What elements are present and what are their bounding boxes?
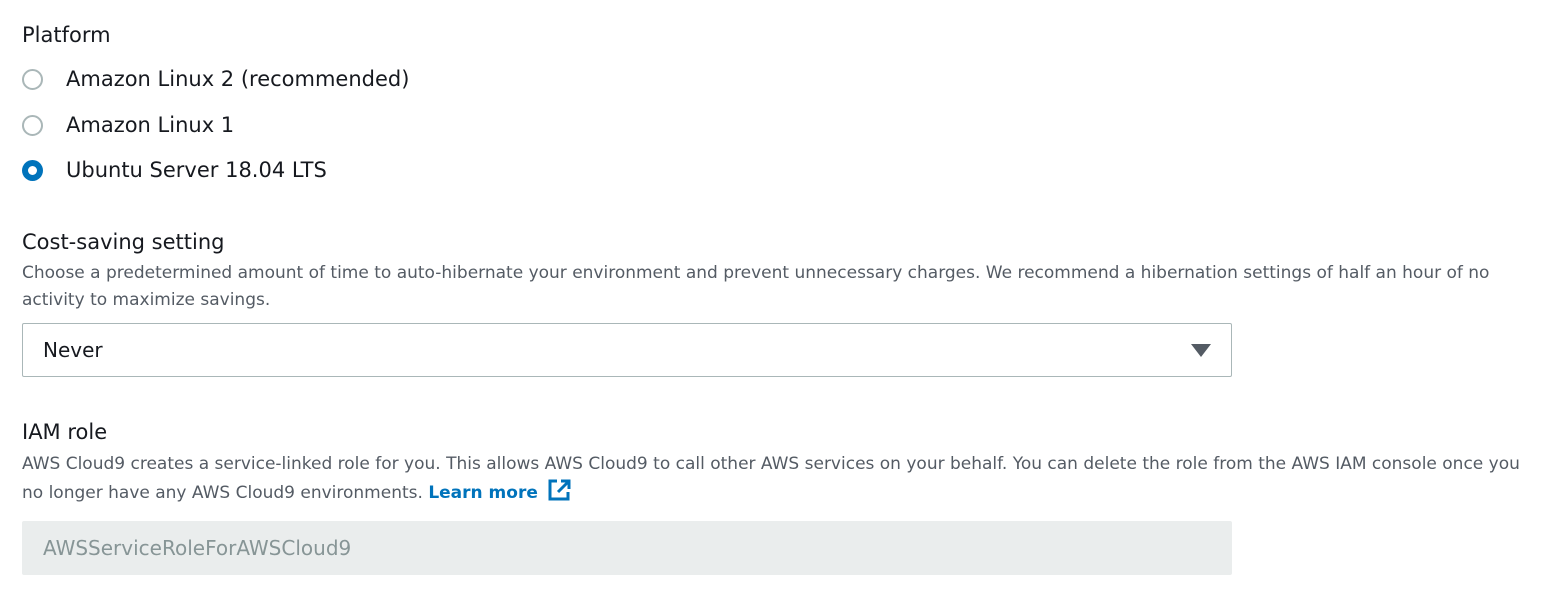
cost-saving-label: Cost-saving setting (22, 230, 225, 254)
radio-option-label: Amazon Linux 2 (recommended) (66, 67, 410, 91)
cost-saving-select[interactable]: Never (22, 323, 1232, 377)
radio-button-icon[interactable] (22, 114, 43, 136)
radio-option-amazon-linux-1[interactable]: Amazon Linux 1 (22, 110, 234, 140)
radio-option-ubuntu-server[interactable]: Ubuntu Server 18.04 LTS (22, 155, 327, 185)
radio-option-label: Amazon Linux 1 (66, 113, 235, 137)
iam-role-description-block: AWS Cloud9 creates a service-linked role… (22, 451, 1527, 511)
radio-button-selected-icon[interactable] (22, 159, 43, 181)
radio-option-amazon-linux-2[interactable]: Amazon Linux 2 (recommended) (22, 64, 409, 94)
learn-more-label: Learn more (428, 483, 538, 503)
platform-label: Platform (22, 23, 111, 47)
learn-more-link[interactable]: Learn more (428, 479, 572, 503)
iam-role-description: AWS Cloud9 creates a service-linked role… (22, 454, 1520, 503)
iam-role-label: IAM role (22, 420, 108, 444)
radio-button-icon[interactable] (22, 68, 43, 90)
cost-saving-description: Choose a predetermined amount of time to… (22, 263, 1490, 310)
caret-down-icon (1191, 344, 1211, 357)
iam-role-input (22, 521, 1232, 575)
radio-option-label: Ubuntu Server 18.04 LTS (66, 158, 327, 182)
external-link-icon (546, 478, 572, 511)
cost-saving-selected-value: Never (43, 338, 103, 362)
